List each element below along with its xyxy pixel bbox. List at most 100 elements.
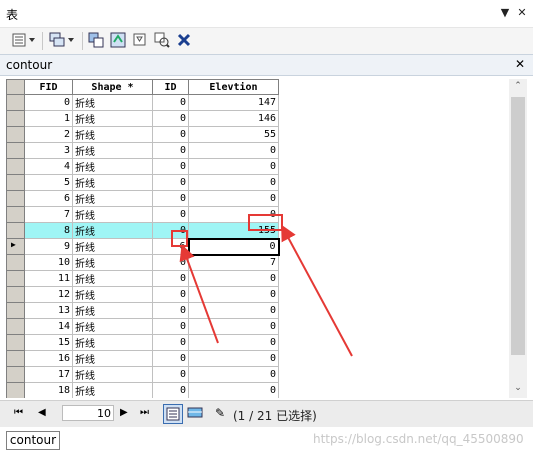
cell-id[interactable]: 0 <box>152 382 189 398</box>
row-selector[interactable] <box>6 126 25 143</box>
previous-record-icon[interactable]: ◀ <box>38 407 46 418</box>
cell-fid[interactable]: 2 <box>24 126 73 143</box>
cell-id[interactable]: 0 <box>152 158 189 175</box>
cell-elevation[interactable]: 0 <box>188 366 279 383</box>
current-record-input[interactable]: 10 <box>62 405 114 421</box>
cell-elevation[interactable]: 7 <box>188 254 279 271</box>
table-row[interactable]: 15 折线 0 0 <box>6 334 279 351</box>
table-row[interactable]: 1 折线 0 146 <box>6 110 279 127</box>
clear-selection-icon[interactable] <box>131 32 149 49</box>
cell-shape[interactable]: 折线 <box>72 286 153 303</box>
cell-id[interactable]: 0 <box>152 126 189 143</box>
vertical-scrollbar[interactable]: ⌃ ⌄ <box>509 79 527 398</box>
table-row[interactable]: 6 折线 0 0 <box>6 190 279 207</box>
cell-shape[interactable]: 折线 <box>72 382 153 398</box>
dropdown-icon[interactable]: ▼ <box>498 6 512 20</box>
switch-selection-icon[interactable] <box>109 32 127 49</box>
cell-elevation[interactable]: 0 <box>188 350 279 367</box>
cell-fid[interactable]: 12 <box>24 286 73 303</box>
cell-fid[interactable]: 11 <box>24 270 73 287</box>
cell-id[interactable]: 0 <box>152 254 189 271</box>
table-row[interactable]: 17 折线 0 0 <box>6 366 279 383</box>
cell-fid[interactable]: 14 <box>24 318 73 335</box>
next-record-icon[interactable]: ▶ <box>120 407 128 418</box>
cell-fid[interactable]: 5 <box>24 174 73 191</box>
cell-id[interactable]: 0 <box>152 142 189 159</box>
cell-id[interactable]: 0 <box>152 206 189 223</box>
cell-elevation[interactable]: 0 <box>188 286 279 303</box>
cell-id[interactable]: 0 <box>152 190 189 207</box>
cell-elevation[interactable]: 147 <box>188 94 279 111</box>
bottom-table-tab[interactable]: contour <box>6 431 60 450</box>
column-header-fid[interactable]: FID <box>24 79 73 95</box>
cell-shape[interactable]: 折线 <box>72 334 153 351</box>
cell-id[interactable]: 0 <box>152 286 189 303</box>
cell-elevation[interactable]: 55 <box>188 126 279 143</box>
zoom-to-selected-icon[interactable] <box>153 32 171 49</box>
row-selector[interactable] <box>6 190 25 207</box>
show-selected-records-icon[interactable] <box>186 404 204 422</box>
row-selector[interactable] <box>6 94 25 111</box>
first-record-icon[interactable]: ⏮ <box>14 407 23 418</box>
cell-shape[interactable]: 折线 <box>72 222 153 239</box>
cell-fid[interactable]: 6 <box>24 190 73 207</box>
row-selector[interactable] <box>6 350 25 367</box>
select-by-attributes-icon[interactable] <box>87 32 105 49</box>
cell-id[interactable]: 0 <box>152 350 189 367</box>
table-row[interactable]: 8 折线 0 155 <box>6 222 279 239</box>
cell-elevation[interactable]: 0 <box>188 318 279 335</box>
table-row[interactable]: 3 折线 0 0 <box>6 142 279 159</box>
row-selector[interactable] <box>6 142 25 159</box>
cell-id[interactable]: 0 <box>152 366 189 383</box>
cell-shape[interactable]: 折线 <box>72 126 153 143</box>
cell-elevation[interactable]: 0 <box>188 334 279 351</box>
table-row[interactable]: 0 折线 0 147 <box>6 94 279 111</box>
row-selector[interactable] <box>6 222 25 239</box>
cell-fid[interactable]: 15 <box>24 334 73 351</box>
table-row[interactable]: 4 折线 0 0 <box>6 158 279 175</box>
cell-fid[interactable]: 18 <box>24 382 73 398</box>
cell-fid[interactable]: 7 <box>24 206 73 223</box>
cell-elevation[interactable]: 0 <box>188 382 279 398</box>
table-row[interactable]: 5 折线 0 0 <box>6 174 279 191</box>
table-row[interactable]: 12 折线 0 0 <box>6 286 279 303</box>
cell-shape[interactable]: 折线 <box>72 110 153 127</box>
cell-elevation[interactable]: 0 <box>188 302 279 319</box>
cell-fid[interactable]: 17 <box>24 366 73 383</box>
cell-shape[interactable]: 折线 <box>72 94 153 111</box>
table-options-icon[interactable] <box>10 32 38 49</box>
table-row[interactable]: 7 折线 0 0 <box>6 206 279 223</box>
cell-fid[interactable]: 9 <box>24 238 73 255</box>
row-selector[interactable] <box>6 334 25 351</box>
cell-elevation[interactable]: 0 <box>188 174 279 191</box>
row-selector[interactable] <box>6 174 25 191</box>
close-window-icon[interactable]: ✕ <box>515 6 529 20</box>
table-row[interactable]: 18 折线 0 0 <box>6 382 279 398</box>
cell-shape[interactable]: 折线 <box>72 158 153 175</box>
cell-elevation[interactable]: 0 <box>188 158 279 175</box>
cell-shape[interactable]: 折线 <box>72 302 153 319</box>
table-row[interactable]: 13 折线 0 0 <box>6 302 279 319</box>
cell-elevation[interactable]: 0 <box>188 142 279 159</box>
row-selector[interactable] <box>6 302 25 319</box>
row-selector[interactable] <box>6 270 25 287</box>
row-selector[interactable] <box>6 382 25 398</box>
cell-fid[interactable]: 4 <box>24 158 73 175</box>
cell-id[interactable]: 0 <box>152 302 189 319</box>
cell-shape[interactable]: 折线 <box>72 174 153 191</box>
cell-id[interactable]: 0 <box>152 94 189 111</box>
row-selector[interactable] <box>6 366 25 383</box>
cell-elevation[interactable]: 0 <box>188 270 279 287</box>
cell-shape[interactable]: 折线 <box>72 254 153 271</box>
cell-fid[interactable]: 3 <box>24 142 73 159</box>
cell-id[interactable]: 0 <box>152 174 189 191</box>
cell-fid[interactable]: 16 <box>24 350 73 367</box>
cell-fid[interactable]: 0 <box>24 94 73 111</box>
column-header-shape[interactable]: Shape * <box>72 79 153 95</box>
cell-shape[interactable]: 折线 <box>72 350 153 367</box>
table-row[interactable]: 2 折线 0 55 <box>6 126 279 143</box>
cell-shape[interactable]: 折线 <box>72 318 153 335</box>
cell-shape[interactable]: 折线 <box>72 270 153 287</box>
related-tables-icon[interactable] <box>47 32 77 49</box>
delete-selected-icon[interactable] <box>175 32 193 49</box>
